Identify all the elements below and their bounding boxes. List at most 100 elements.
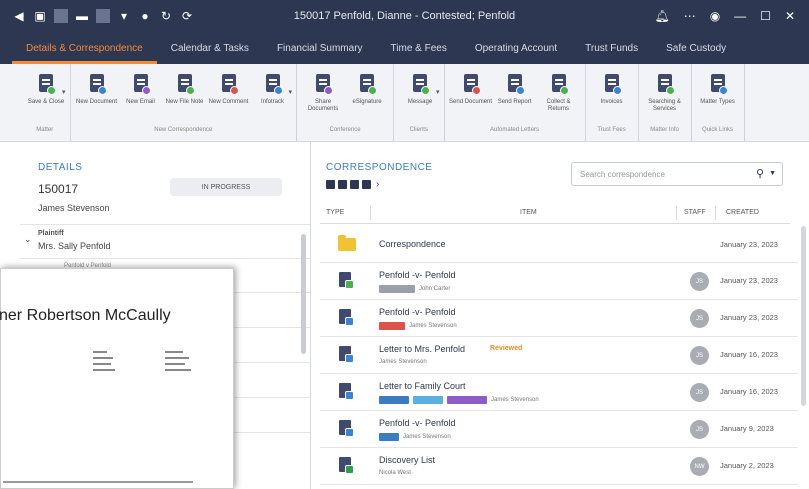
ribbon-group-label: Trust Fees <box>597 127 626 133</box>
item-title[interactable]: Discovery List <box>379 455 435 465</box>
minimize-icon[interactable]: — <box>734 9 746 23</box>
new-email-button[interactable]: New Email <box>119 64 163 124</box>
document-footer-line <box>3 481 193 483</box>
list-view-icon[interactable] <box>338 180 347 189</box>
user-icon[interactable]: ◉ <box>710 9 720 23</box>
author-name: James Stevenson <box>491 397 539 403</box>
avatar[interactable]: JS <box>690 309 709 328</box>
table-row[interactable]: Letter to Family Court James Stevenson JS J… <box>320 374 798 411</box>
item-title[interactable]: Penfold -v- Penfold <box>379 307 456 317</box>
column-divider[interactable] <box>676 206 677 220</box>
correspondence-pane: CORRESPONDENCE › Search correspondence ⚲… <box>312 142 809 489</box>
folder-view-icon[interactable] <box>326 180 335 189</box>
column-staff[interactable]: STAFF <box>684 209 706 216</box>
avatar[interactable]: NW <box>690 457 709 476</box>
tile-view-icon[interactable] <box>362 180 371 189</box>
created-date: January 2, 2023 <box>720 461 774 470</box>
item-meta: James Stevenson <box>379 359 427 365</box>
divider <box>20 258 310 259</box>
send-report-button[interactable]: Send Report <box>493 64 537 124</box>
column-type[interactable]: TYPE <box>326 209 344 216</box>
tab-details-correspondence[interactable]: Details & Correspondence <box>12 43 157 64</box>
grid-view-icon[interactable] <box>350 180 359 189</box>
tab-operating-account[interactable]: Operating Account <box>461 43 571 64</box>
tab-calendar-tasks[interactable]: Calendar & Tasks <box>157 43 263 64</box>
details-scrollbar[interactable] <box>301 234 306 354</box>
share-documents-button[interactable]: Share Documents <box>301 64 345 124</box>
icon-badge <box>515 86 525 95</box>
ribbon-button-label: Send Document <box>449 99 493 105</box>
notifications-icon[interactable]: 🔔︎ <box>654 9 669 23</box>
new-document-button[interactable]: New Document <box>75 64 119 124</box>
searching-services-button[interactable]: Searching & Services <box>643 64 687 124</box>
toolbar-divider <box>96 9 110 23</box>
item-title[interactable]: Letter to Family Court <box>379 381 466 391</box>
ribbon-group-buttons: Send Document Send Report Collect & Return… <box>449 64 581 124</box>
party-name: Mrs. Sally Penfold <box>38 241 111 251</box>
table-row[interactable]: Correspondence January 23, 2023 <box>320 226 798 263</box>
avatar[interactable]: JS <box>690 383 709 402</box>
esignature-button[interactable]: eSignature <box>345 64 389 124</box>
correspondence-scrollbar[interactable] <box>801 226 806 406</box>
chevron-down-icon[interactable]: ▾ <box>289 88 293 124</box>
ribbon-group-label: Clients <box>409 127 428 133</box>
close-icon[interactable]: ✕ <box>785 9 795 23</box>
ribbon-group-label: Quick Links <box>702 127 734 133</box>
column-divider[interactable] <box>370 206 371 220</box>
author-name: James Stevenson <box>409 323 457 329</box>
search-icon[interactable]: ⚲ <box>756 167 764 180</box>
category-tag <box>413 396 443 404</box>
tab-safe-custody[interactable]: Safe Custody <box>652 43 740 64</box>
item-title[interactable]: Penfold -v- Penfold <box>379 418 456 428</box>
table-row[interactable]: Penfold -v- Penfold James Stevenson JS Janu… <box>320 300 798 337</box>
matter-types-button[interactable]: Matter Types <box>696 64 740 124</box>
ribbon-button-label: New File Note <box>165 99 204 105</box>
table-row[interactable]: Penfold -v- Penfold John Carter JS January … <box>320 263 798 300</box>
column-divider[interactable] <box>715 206 716 220</box>
chevron-right-icon[interactable]: › <box>376 179 379 190</box>
table-row[interactable]: Penfold -v- Penfold James Stevenson JS Janu… <box>320 411 798 448</box>
item-title[interactable]: Penfold -v- Penfold <box>379 270 456 280</box>
folder-icon <box>338 235 356 251</box>
created-date: January 23, 2023 <box>720 240 778 249</box>
avatar[interactable]: JS <box>690 420 709 439</box>
column-item[interactable]: ITEM <box>520 209 537 216</box>
chevron-down-icon[interactable]: ▾ <box>436 88 440 124</box>
item-title[interactable]: Letter to Mrs. Penfold <box>379 344 465 354</box>
chevron-down-icon[interactable]: ▼ <box>769 170 776 177</box>
search-input[interactable]: Search correspondence ⚲ ▼ <box>571 162 783 186</box>
ribbon-group-buttons: Message ▾ <box>398 64 440 124</box>
maximize-icon[interactable]: ☐ <box>760 9 771 23</box>
invoices-button[interactable]: Invoices <box>590 64 634 124</box>
refresh-icon[interactable]: ↻ <box>159 9 173 23</box>
table-row[interactable]: Letter to Mrs. Penfold Reviewed James Stev… <box>320 337 798 374</box>
quick-dropdown-icon[interactable]: ▾ <box>117 9 131 23</box>
back-icon[interactable]: ◀ <box>12 9 26 23</box>
tab-trust-funds[interactable]: Trust Funds <box>571 43 652 64</box>
tab-time-fees[interactable]: Time & Fees <box>377 43 461 64</box>
minimize-panel-icon[interactable]: ▬ <box>75 9 89 23</box>
sync-icon[interactable]: ⟳ <box>180 9 194 23</box>
table-row[interactable]: Discovery List Nicola West NW January 2, 20… <box>320 448 798 485</box>
tab-financial-summary[interactable]: Financial Summary <box>263 43 377 64</box>
chevron-down-icon[interactable]: ⌄ <box>24 234 32 245</box>
icon-badge <box>185 86 195 95</box>
new-file-note-button[interactable]: New File Note <box>163 64 207 124</box>
status-badge[interactable]: IN PROGRESS <box>170 178 282 196</box>
new-comment-button[interactable]: New Comment <box>207 64 251 124</box>
column-created[interactable]: CREATED <box>726 209 759 216</box>
collect-returns-button[interactable]: Collect & Returns <box>537 64 581 124</box>
more-icon[interactable]: ⋯ <box>684 9 696 23</box>
chevron-down-icon[interactable]: ▾ <box>62 88 66 124</box>
send-document-button[interactable]: Send Document <box>449 64 493 124</box>
email-blue-icon <box>338 309 354 327</box>
pin-icon[interactable]: ● <box>138 9 152 23</box>
search-placeholder: Search correspondence <box>580 169 665 179</box>
invoices-icon <box>601 73 623 95</box>
avatar[interactable]: JS <box>690 346 709 365</box>
avatar[interactable]: JS <box>690 272 709 291</box>
divider <box>20 224 310 225</box>
home-icon[interactable]: ▣ <box>33 9 47 23</box>
category-tag <box>379 285 415 293</box>
ribbon-group: Save & Close ▾ Matter <box>20 64 71 141</box>
